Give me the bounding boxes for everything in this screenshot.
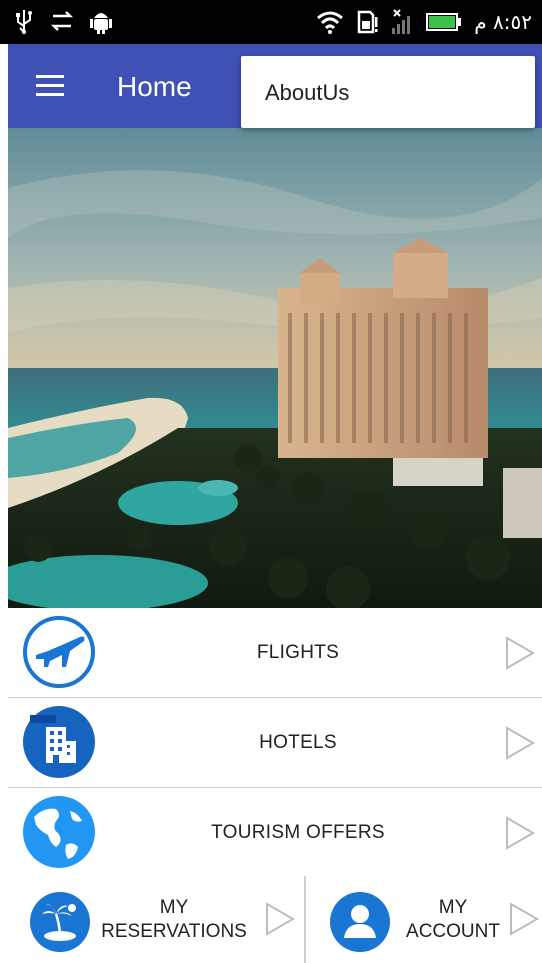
menu-row-flights[interactable]: FLIGHTS xyxy=(8,608,542,699)
menu-label-my-reservations: MY RESERVATIONS xyxy=(101,897,247,942)
menu-label-flights: FLIGHTS xyxy=(256,641,340,663)
globe-icon xyxy=(23,796,95,868)
chevron-right-outline-icon xyxy=(266,902,296,936)
battery-icon xyxy=(426,13,462,31)
hamburger-menu-icon[interactable] xyxy=(36,75,64,97)
menu-item-about-us[interactable]: AboutUs xyxy=(265,80,349,106)
menu-row-hotels[interactable]: HOTELS xyxy=(8,698,542,789)
usb-icon xyxy=(16,10,32,34)
menu-item-my-reservations[interactable]: MY RESERVATIONS xyxy=(8,876,306,963)
bottom-menu-row: MY RESERVATIONS MY ACCOUNT xyxy=(8,876,542,963)
menu-label-tourism-offers: TOURISM OFFERS xyxy=(211,821,385,843)
airplane-icon xyxy=(23,616,95,688)
status-bar: ٨:٥٢ م xyxy=(0,0,542,44)
menu-row-tourism-offers[interactable]: TOURISM OFFERS xyxy=(8,788,542,879)
chevron-right-outline-icon xyxy=(506,816,536,850)
chevron-right-outline-icon xyxy=(506,636,536,670)
sd-card-icon xyxy=(358,10,378,34)
screen: ٨:٥٢ م Home AboutUs FLIGHTS HOTELS TOURI… xyxy=(0,0,542,963)
chevron-right-outline-icon xyxy=(506,726,536,760)
user-icon xyxy=(330,892,390,952)
page-title: Home xyxy=(117,71,192,102)
menu-item-my-account[interactable]: MY ACCOUNT xyxy=(306,876,542,963)
sync-icon xyxy=(50,11,74,31)
signal-icon xyxy=(392,9,411,34)
menu-label-my-account: MY ACCOUNT xyxy=(406,897,500,942)
overflow-menu: AboutUs xyxy=(241,56,535,128)
status-time: ٨:٥٢ م xyxy=(474,10,532,34)
resort-hotel-beach-photo xyxy=(8,128,542,608)
island-icon xyxy=(30,892,90,952)
chevron-right-outline-icon xyxy=(510,902,540,936)
android-debug-icon xyxy=(90,13,112,34)
hero-image xyxy=(8,128,542,608)
hotel-building-icon xyxy=(23,706,95,778)
wifi-icon xyxy=(317,11,344,34)
menu-label-hotels: HOTELS xyxy=(259,731,337,753)
